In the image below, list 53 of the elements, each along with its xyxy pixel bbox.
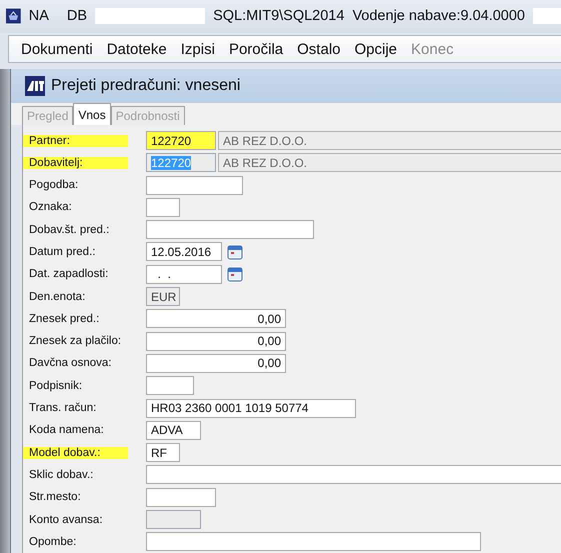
menu-item[interactable]: Opcije: [354, 40, 398, 58]
input-field[interactable]: [146, 465, 561, 484]
input-field[interactable]: [146, 176, 243, 195]
field-label: Den.enota:: [28, 290, 86, 303]
input-field[interactable]: [146, 376, 194, 396]
field-label: Konto avansa:: [28, 514, 104, 526]
version-label: Vodenje nabave:9.04.0000: [352, 8, 525, 24]
input-field[interactable]: [146, 220, 314, 240]
input-field[interactable]: 0,00: [146, 354, 286, 373]
field-label: Pogodba:: [28, 179, 80, 192]
input-field[interactable]: RF: [146, 443, 180, 462]
menu-item[interactable]: Izpisi: [180, 40, 215, 58]
input-field[interactable]: [146, 488, 216, 507]
field-label: Oznaka:: [28, 201, 73, 214]
logo-icon: [25, 76, 45, 96]
input-field[interactable]: HR03 2360 0001 1019 50774: [146, 398, 356, 418]
field-label: Dobavitelj:: [23, 156, 128, 169]
tab[interactable]: Vnos: [73, 103, 111, 126]
input-field[interactable]: 0,00: [146, 309, 286, 328]
menu-item[interactable]: Dokumenti: [21, 40, 93, 58]
app-code: NA: [28, 8, 49, 24]
menu-item[interactable]: Ostalo: [297, 40, 340, 58]
field-label: Dat. zapadlosti:: [28, 268, 110, 280]
calendar-icon[interactable]: [227, 266, 243, 282]
field-label: Znesek za plačilo:: [28, 335, 122, 348]
menu-item[interactable]: Datoteke: [106, 40, 167, 58]
server-label: SQL:MIT9\SQL2014: [213, 8, 344, 24]
field-label: Opombe:: [28, 536, 78, 548]
field-label: Koda namena:: [28, 424, 105, 436]
partner-name-field: AB REZ D.O.O.: [218, 131, 561, 150]
input-field[interactable]: 122720: [146, 131, 216, 150]
input-field[interactable]: 0,00: [146, 332, 286, 351]
partner-name-field: AB REZ D.O.O.: [218, 153, 561, 172]
input-field[interactable]: [146, 532, 481, 552]
field-label: Dobav.št. pred.:: [28, 224, 110, 236]
field-label: Model dobav.:: [23, 446, 128, 459]
field-label: Trans. račun:: [28, 402, 98, 414]
input-field[interactable]: ADVA: [146, 420, 201, 440]
field-label: Znesek pred.:: [28, 312, 100, 325]
window-title: Prejeti predračuni: vneseni: [51, 77, 240, 96]
input-field[interactable]: [146, 198, 180, 217]
field-label: Podpisnik:: [28, 380, 84, 392]
input-field[interactable]: 12.05.2016: [146, 242, 222, 262]
field-label: Partner:: [23, 134, 128, 146]
field-label: Datum pred.:: [28, 246, 96, 258]
calendar-icon[interactable]: [227, 244, 243, 260]
menu-item[interactable]: Poročila: [228, 40, 284, 58]
db-label: DB: [66, 8, 88, 24]
redaction-block: [533, 8, 561, 24]
field-label: Str.mesto:: [28, 491, 82, 504]
field-label: Sklic dobav.:: [28, 468, 94, 481]
field-label: Davčna osnova:: [28, 357, 112, 370]
input-field[interactable]: . .: [146, 264, 222, 284]
